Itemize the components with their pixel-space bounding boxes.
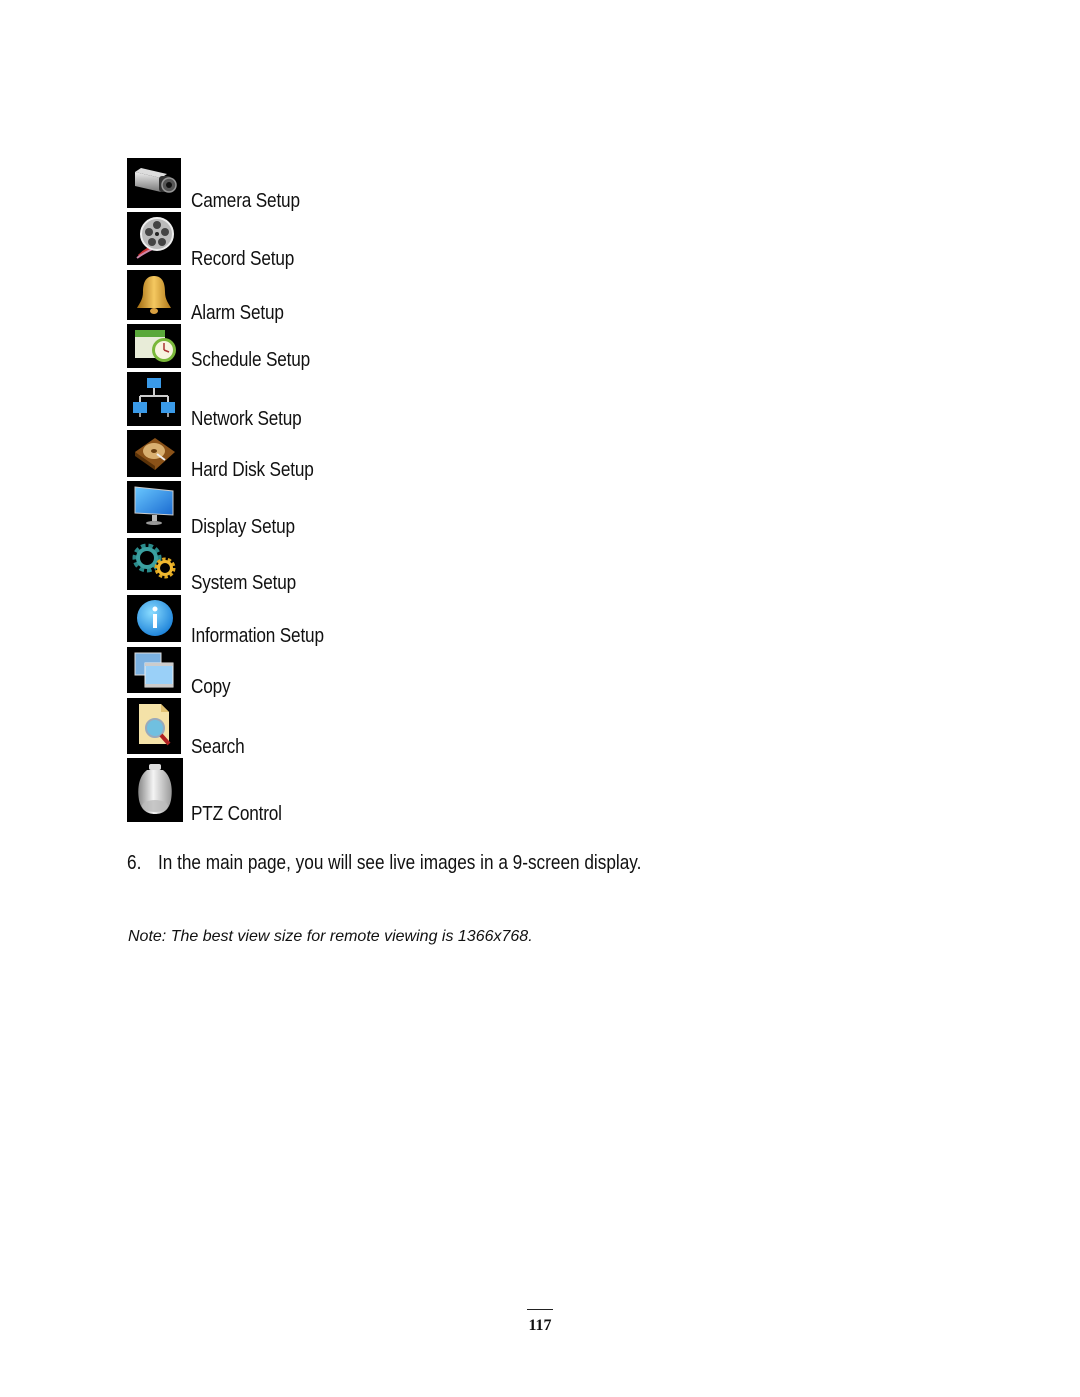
search-document-icon bbox=[127, 698, 181, 754]
menu-item-copy[interactable]: Copy bbox=[191, 676, 231, 698]
camera-icon bbox=[127, 158, 181, 208]
menu-item-information-setup[interactable]: Information Setup bbox=[191, 625, 324, 647]
menu-item-ptz-control[interactable]: PTZ Control bbox=[191, 803, 282, 825]
menu-item-record-setup[interactable]: Record Setup bbox=[191, 248, 294, 270]
note-text: Note: The best view size for remote view… bbox=[128, 928, 533, 945]
hard-disk-icon bbox=[127, 430, 181, 477]
menu-item-hard-disk-setup[interactable]: Hard Disk Setup bbox=[191, 459, 314, 481]
menu-item-display-setup[interactable]: Display Setup bbox=[191, 516, 295, 538]
bell-icon bbox=[127, 270, 181, 320]
menu-item-network-setup[interactable]: Network Setup bbox=[191, 408, 302, 430]
page-number: 117 bbox=[528, 1317, 552, 1334]
step-number: 6. bbox=[127, 852, 142, 874]
monitor-icon bbox=[127, 481, 181, 533]
network-icon bbox=[127, 372, 181, 426]
menu-item-system-setup[interactable]: System Setup bbox=[191, 572, 296, 594]
step-text: In the main page, you will see live imag… bbox=[157, 852, 642, 874]
menu-item-schedule-setup[interactable]: Schedule Setup bbox=[191, 349, 310, 371]
step-6: 6. In the main page, you will see live im… bbox=[127, 851, 641, 875]
film-reel-icon bbox=[127, 212, 181, 265]
menu-item-camera-setup[interactable]: Camera Setup bbox=[191, 190, 300, 212]
dome-camera-icon bbox=[127, 758, 183, 822]
gears-icon bbox=[127, 538, 181, 590]
copy-film-icon bbox=[127, 647, 181, 693]
menu-item-alarm-setup[interactable]: Alarm Setup bbox=[191, 302, 284, 324]
page-number-rule bbox=[527, 1309, 553, 1310]
info-icon bbox=[127, 595, 181, 642]
menu-item-search[interactable]: Search bbox=[191, 736, 245, 758]
calendar-clock-icon bbox=[127, 324, 181, 368]
